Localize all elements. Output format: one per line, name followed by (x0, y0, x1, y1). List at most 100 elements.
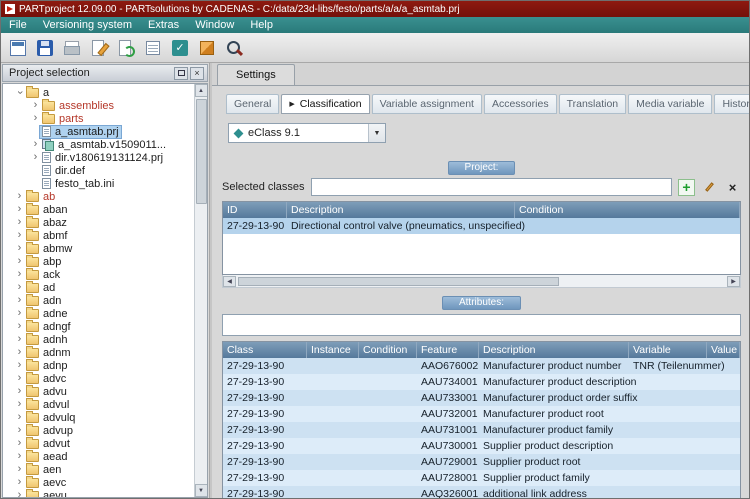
print-button[interactable] (60, 36, 84, 60)
table-row[interactable]: 27-29-13-90AAU733001Manufacturer product… (223, 390, 740, 406)
table-row[interactable]: 27-29-13-90AAU728001Supplier product fam… (223, 470, 740, 486)
expander-icon[interactable]: › (31, 99, 40, 112)
tree-item-adngf[interactable]: ›adngf (3, 320, 193, 333)
expander-icon[interactable]: › (15, 229, 24, 242)
tab-general[interactable]: General (226, 94, 279, 114)
tree-item-dir-v180619131124-prj[interactable]: ›dir.v180619131124.prj (3, 151, 193, 164)
tree-item-parts[interactable]: ›parts (3, 112, 193, 125)
expander-icon[interactable]: › (15, 372, 24, 385)
tree-item-a[interactable]: ›a (3, 86, 193, 99)
column-header[interactable]: Condition (515, 202, 740, 218)
expander-icon[interactable]: › (13, 88, 26, 97)
menu-file[interactable]: File (1, 17, 35, 33)
refresh-document-button[interactable] (114, 36, 138, 60)
expander-icon[interactable]: › (15, 359, 24, 372)
tree-item-advulq[interactable]: ›advulq (3, 411, 193, 424)
expander-icon[interactable]: › (15, 398, 24, 411)
column-header[interactable]: Instance (307, 342, 359, 358)
expander-icon[interactable]: › (15, 268, 24, 281)
expander-icon[interactable]: › (15, 450, 24, 463)
expander-icon[interactable]: › (15, 190, 24, 203)
table-button[interactable] (141, 36, 165, 60)
tree-item-abaz[interactable]: ›abaz (3, 216, 193, 229)
float-panel-button[interactable] (174, 67, 188, 80)
tree-item-advul[interactable]: ›advul (3, 398, 193, 411)
table-row[interactable]: 27-29-13-90AAQ326001additional link addr… (223, 486, 740, 499)
hscrollbar-thumb[interactable] (238, 277, 559, 286)
tree-item-abp[interactable]: ›abp (3, 255, 193, 268)
tree-item-adnm[interactable]: ›adnm (3, 346, 193, 359)
column-header[interactable]: Feature (417, 342, 479, 358)
tree-item-adn[interactable]: ›adn (3, 294, 193, 307)
expander-icon[interactable]: › (31, 138, 40, 151)
tree-item-adnp[interactable]: ›adnp (3, 359, 193, 372)
tree-item-abmf[interactable]: ›abmf (3, 229, 193, 242)
scroll-left-button[interactable]: ◀ (223, 276, 236, 287)
tab-variable-assignment[interactable]: Variable assignment (372, 94, 482, 114)
tab-classification[interactable]: ▶Classification (281, 94, 369, 114)
tree-item-festo-tab-ini[interactable]: festo_tab.ini (3, 177, 193, 190)
tree-item-assemblies[interactable]: ›assemblies (3, 99, 193, 112)
search-button[interactable] (222, 36, 246, 60)
column-header[interactable]: Condition (359, 342, 417, 358)
dropdown-arrow-icon[interactable]: ▼ (368, 124, 385, 142)
expander-icon[interactable]: › (15, 216, 24, 229)
form-editor-button[interactable] (6, 36, 30, 60)
column-header[interactable]: Description (479, 342, 629, 358)
expander-icon[interactable]: › (15, 346, 24, 359)
tree-item-aban[interactable]: ›aban (3, 203, 193, 216)
titlebar[interactable]: PARTproject 12.09.00 - PARTsolutions by … (1, 1, 749, 17)
expander-icon[interactable]: › (15, 463, 24, 476)
scroll-right-button[interactable]: ▶ (727, 276, 740, 287)
tree-item-advc[interactable]: ›advc (3, 372, 193, 385)
tree-item-abmw[interactable]: ›abmw (3, 242, 193, 255)
expander-icon[interactable]: › (15, 424, 24, 437)
edit-class-button[interactable] (701, 179, 718, 196)
tree-item-aevu[interactable]: ›aevu (3, 489, 193, 497)
tree-item-adnh[interactable]: ›adnh (3, 333, 193, 346)
tree-item-ad[interactable]: ›ad (3, 281, 193, 294)
tree-item-a-asmtab-prj[interactable]: a_asmtab.prj (3, 125, 193, 138)
expander-icon[interactable]: › (15, 476, 24, 489)
package-button[interactable] (195, 36, 219, 60)
menu-versioning-system[interactable]: Versioning system (35, 17, 140, 33)
attributes-filter-input[interactable] (222, 314, 741, 336)
expander-icon[interactable]: › (15, 281, 24, 294)
column-header[interactable]: Variable (629, 342, 707, 358)
tab-translation[interactable]: Translation (559, 94, 627, 114)
menu-window[interactable]: Window (187, 17, 242, 33)
tree-item-advup[interactable]: ›advup (3, 424, 193, 437)
expander-icon[interactable]: › (15, 203, 24, 216)
tab-history[interactable]: History (714, 94, 749, 114)
add-class-button[interactable]: + (678, 179, 695, 196)
menu-extras[interactable]: Extras (140, 17, 187, 33)
expander-icon[interactable]: › (15, 489, 24, 497)
table-row[interactable]: 27-29-13-90AAO676002Manufacturer product… (223, 358, 740, 374)
table-row[interactable]: 27-29-13-90AAU731001Manufacturer product… (223, 422, 740, 438)
expander-icon[interactable]: › (15, 242, 24, 255)
tree-scrollbar[interactable]: ▲ ▼ (194, 84, 207, 497)
table-row[interactable]: 27-29-13-90AAU730001Supplier product des… (223, 438, 740, 454)
close-panel-button[interactable]: × (190, 67, 204, 80)
save-button[interactable] (33, 36, 57, 60)
scroll-down-button[interactable]: ▼ (195, 484, 208, 497)
tab-settings[interactable]: Settings (217, 64, 295, 85)
expander-icon[interactable]: › (15, 307, 24, 320)
class-system-select[interactable]: eClass 9.1 ▼ (228, 123, 386, 143)
tree-item-aevc[interactable]: ›aevc (3, 476, 193, 489)
tree-item-dir-def[interactable]: dir.def (3, 164, 193, 177)
remove-class-button[interactable]: × (724, 179, 741, 196)
column-header[interactable]: ID (223, 202, 287, 218)
tree-item-adne[interactable]: ›adne (3, 307, 193, 320)
expander-icon[interactable]: › (31, 112, 40, 125)
tree-item-advut[interactable]: ›advut (3, 437, 193, 450)
tree-item-advu[interactable]: ›advu (3, 385, 193, 398)
table-row[interactable]: 27-29-13-90AAU729001Supplier product roo… (223, 454, 740, 470)
qa-check-button[interactable] (168, 36, 192, 60)
column-header[interactable]: Class (223, 342, 307, 358)
tab-accessories[interactable]: Accessories (484, 94, 557, 114)
tree-item-aead[interactable]: ›aead (3, 450, 193, 463)
expander-icon[interactable]: › (31, 151, 40, 164)
tree-item-aen[interactable]: ›aen (3, 463, 193, 476)
expander-icon[interactable]: › (15, 255, 24, 268)
